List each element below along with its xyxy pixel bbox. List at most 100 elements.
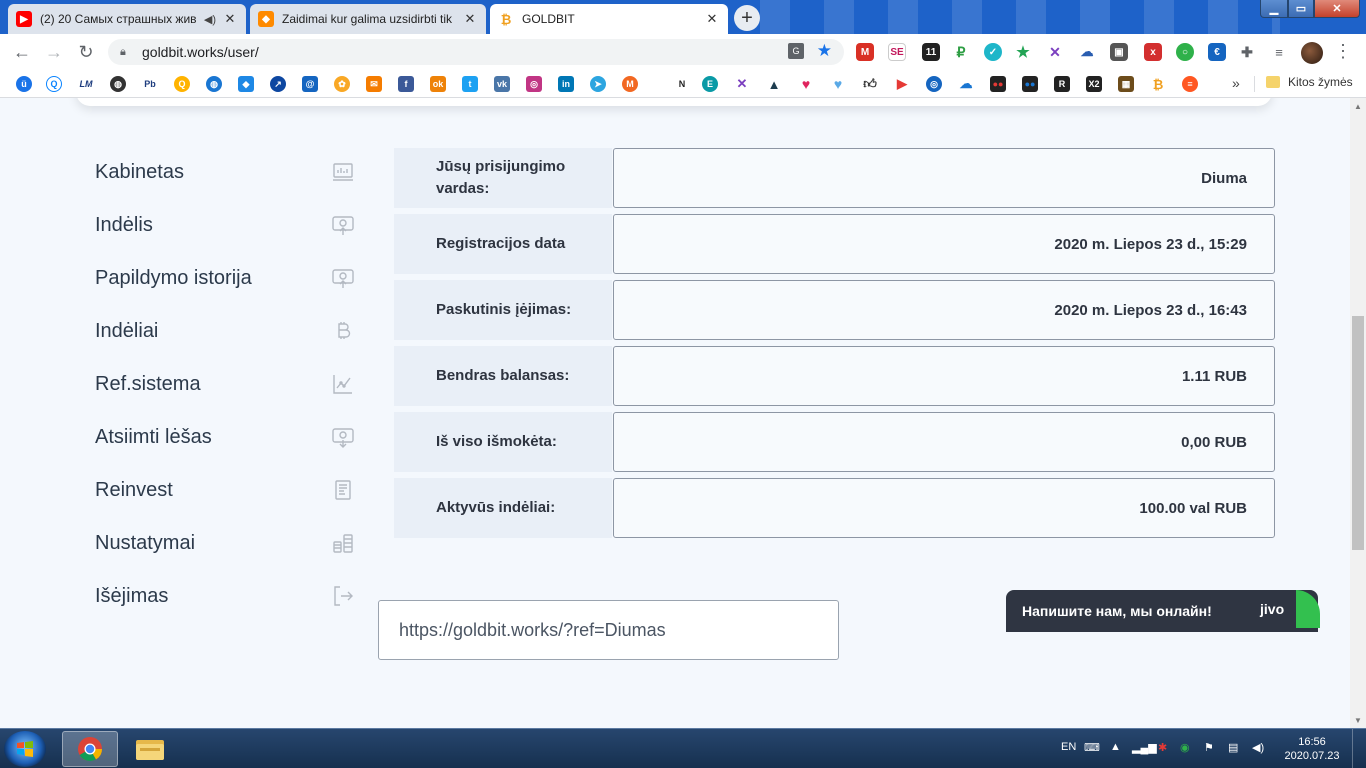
gmail-extension-icon[interactable]: M (856, 43, 874, 61)
bookmark-icon[interactable]: ↗ (270, 76, 286, 92)
bookmark-icon[interactable]: ●● (990, 76, 1006, 92)
cloud-icon[interactable]: ☁ (958, 76, 974, 92)
close-tab-icon[interactable]: ✕ (222, 11, 238, 27)
ruble-extension-icon[interactable]: ₽ (952, 43, 970, 61)
tab-goldbit[interactable]: ₿ GOLDBIT ✕ (490, 4, 728, 34)
reload-icon[interactable]: ↻ (74, 40, 98, 64)
telegram-icon[interactable]: ➤ (590, 76, 606, 92)
tray-app-icon[interactable]: ◉ (1180, 741, 1190, 754)
profile-avatar[interactable] (1301, 42, 1323, 64)
tab-youtube[interactable]: ▶ (2) 20 Самых страшных жив ◀) ✕ (8, 4, 246, 34)
chat-widget-button[interactable]: Напишите нам, мы онлайн! jivo (1006, 590, 1318, 632)
new-tab-button[interactable]: + (734, 5, 760, 31)
mail-icon[interactable]: ✉ (366, 76, 382, 92)
sidebar-item-indelis[interactable]: Indėlis (95, 207, 355, 243)
address-bar[interactable]: 🔒︎ goldbit.works/user/ G ★ (108, 39, 844, 65)
check-extension-icon[interactable]: ✓ (984, 43, 1002, 61)
bookmark-icon[interactable]: N (674, 76, 690, 92)
email-at-icon[interactable]: @ (302, 76, 318, 92)
back-icon[interactable]: ← (10, 40, 34, 64)
other-bookmarks-folder[interactable]: Kitos žymės (1266, 75, 1353, 89)
odnoklassniki-icon[interactable]: ok (430, 76, 446, 92)
cloud-extension-icon[interactable]: ☁ (1078, 43, 1096, 61)
sidebar-item-reinvest[interactable]: Reinvest (95, 472, 355, 508)
system-clock[interactable]: 16:56 2020.07.23 (1280, 735, 1344, 763)
sidebar-item-kabinetas[interactable]: Kabinetas (95, 154, 355, 190)
bookmark-icon[interactable]: E (702, 76, 718, 92)
star-extension-icon[interactable]: ★ (1014, 43, 1032, 61)
bookmark-icon[interactable]: ●● (1022, 76, 1038, 92)
menu-dots-icon[interactable]: ⋮ (1334, 41, 1352, 62)
linkedin-icon[interactable]: in (558, 76, 574, 92)
globe-icon[interactable]: ◍ (206, 76, 222, 92)
page-scrollbar[interactable]: ▲ ▼ (1350, 98, 1366, 728)
bookmark-icon[interactable]: LM (78, 76, 94, 92)
scrollbar-thumb[interactable] (1352, 316, 1364, 550)
bitcoin-icon[interactable]: ₿ (1150, 76, 1166, 92)
circle-extension-icon[interactable]: ○ (1176, 43, 1194, 61)
referral-link-field[interactable] (378, 600, 839, 660)
puzzle-extensions-icon[interactable]: ✚ (1238, 43, 1256, 61)
bookmark-icon[interactable]: Pb (142, 76, 158, 92)
cube-extension-icon[interactable]: ▣ (1110, 43, 1128, 61)
heart-icon[interactable]: ♥ (798, 76, 814, 92)
network-icon[interactable]: ▤ (1228, 741, 1238, 754)
heart-icon[interactable]: ♥ (830, 76, 846, 92)
window-maximize-button[interactable]: ▭ (1288, 0, 1314, 18)
sidebar-item-nustatymai[interactable]: Nustatymai (95, 525, 355, 561)
calendar-extension-icon[interactable]: 11 (922, 43, 940, 61)
close-tab-icon[interactable]: ✕ (704, 11, 720, 27)
bookmark-icon[interactable]: X2 (1086, 76, 1102, 92)
sidebar-item-atsiimti-lesas[interactable]: Atsiimti lėšas (95, 419, 355, 455)
scroll-down-icon[interactable]: ▼ (1350, 712, 1366, 728)
sidebar-item-ref-sistema[interactable]: Ref.sistema (95, 366, 355, 402)
flag-icon[interactable]: ⚑ (1204, 741, 1214, 754)
show-desktop-button[interactable] (1352, 729, 1366, 768)
taskbar-file-explorer[interactable] (122, 731, 178, 767)
bookmark-icon[interactable]: R (1054, 76, 1070, 92)
volume-icon[interactable]: ◀) (1252, 741, 1264, 754)
playlist-icon[interactable]: ≡ (1270, 43, 1288, 61)
bookmark-icon[interactable]: Q (46, 76, 62, 92)
bookmark-icon[interactable]: ◎ (926, 76, 942, 92)
bookmark-icon[interactable]: ▲ (766, 76, 782, 92)
window-minimize-button[interactable]: ▁ (1260, 0, 1288, 18)
window-close-button[interactable]: ✕ (1314, 0, 1360, 18)
bookmark-icon[interactable]: ✿ (334, 76, 350, 92)
bookmark-icon[interactable]: ü (16, 76, 32, 92)
tab-games[interactable]: ◆ Zaidimai kur galima uzsidirbti tik ✕ (250, 4, 486, 34)
instagram-icon[interactable]: ◎ (526, 76, 542, 92)
globe-icon[interactable]: ◍ (110, 76, 126, 92)
show-hidden-icons[interactable]: ▲ (1110, 741, 1121, 753)
euro-extension-icon[interactable]: € (1208, 43, 1226, 61)
language-indicator[interactable]: EN (1061, 741, 1076, 753)
keyboard-icon[interactable]: ⌨ (1084, 741, 1100, 754)
start-button[interactable] (4, 731, 46, 767)
bookmark-icon[interactable]: Q (174, 76, 190, 92)
close-tab-icon[interactable]: ✕ (462, 11, 478, 27)
bookmark-icon[interactable]: ✕ (734, 76, 750, 92)
block-extension-icon[interactable]: x (1144, 43, 1162, 61)
signal-icon[interactable]: ▂▄▆ (1132, 741, 1157, 754)
bookmark-icon[interactable]: ◆ (238, 76, 254, 92)
forward-icon[interactable]: → (42, 40, 66, 64)
monero-icon[interactable]: M (622, 76, 638, 92)
se-extension-icon[interactable]: SE (888, 43, 906, 61)
play-icon[interactable]: ▶ (894, 76, 910, 92)
scroll-up-icon[interactable]: ▲ (1350, 98, 1366, 114)
twitter-icon[interactable]: t (462, 76, 478, 92)
sidebar-item-papildymo-istorija[interactable]: Papildymo istorija (95, 260, 355, 296)
sidebar-item-isejimas[interactable]: Išėjimas (95, 578, 355, 614)
translate-icon[interactable]: G (788, 43, 804, 59)
vk-icon[interactable]: vk (494, 76, 510, 92)
facebook-icon[interactable]: f (398, 76, 414, 92)
x-extension-icon[interactable]: ✕ (1046, 43, 1064, 61)
bookmark-star-icon[interactable]: ★ (817, 41, 832, 61)
speaker-icon[interactable]: ◀) (204, 13, 216, 26)
taskbar-chrome[interactable] (62, 731, 118, 767)
sidebar-item-indeliai[interactable]: Indėliai (95, 313, 355, 349)
bookmark-icon[interactable]: ≡ (1182, 76, 1198, 92)
bookmarks-overflow-icon[interactable]: » (1232, 75, 1240, 91)
bookmark-icon[interactable]: ▦ (1118, 76, 1134, 92)
thumbs-up-icon[interactable]: 👍︎ (862, 76, 878, 92)
